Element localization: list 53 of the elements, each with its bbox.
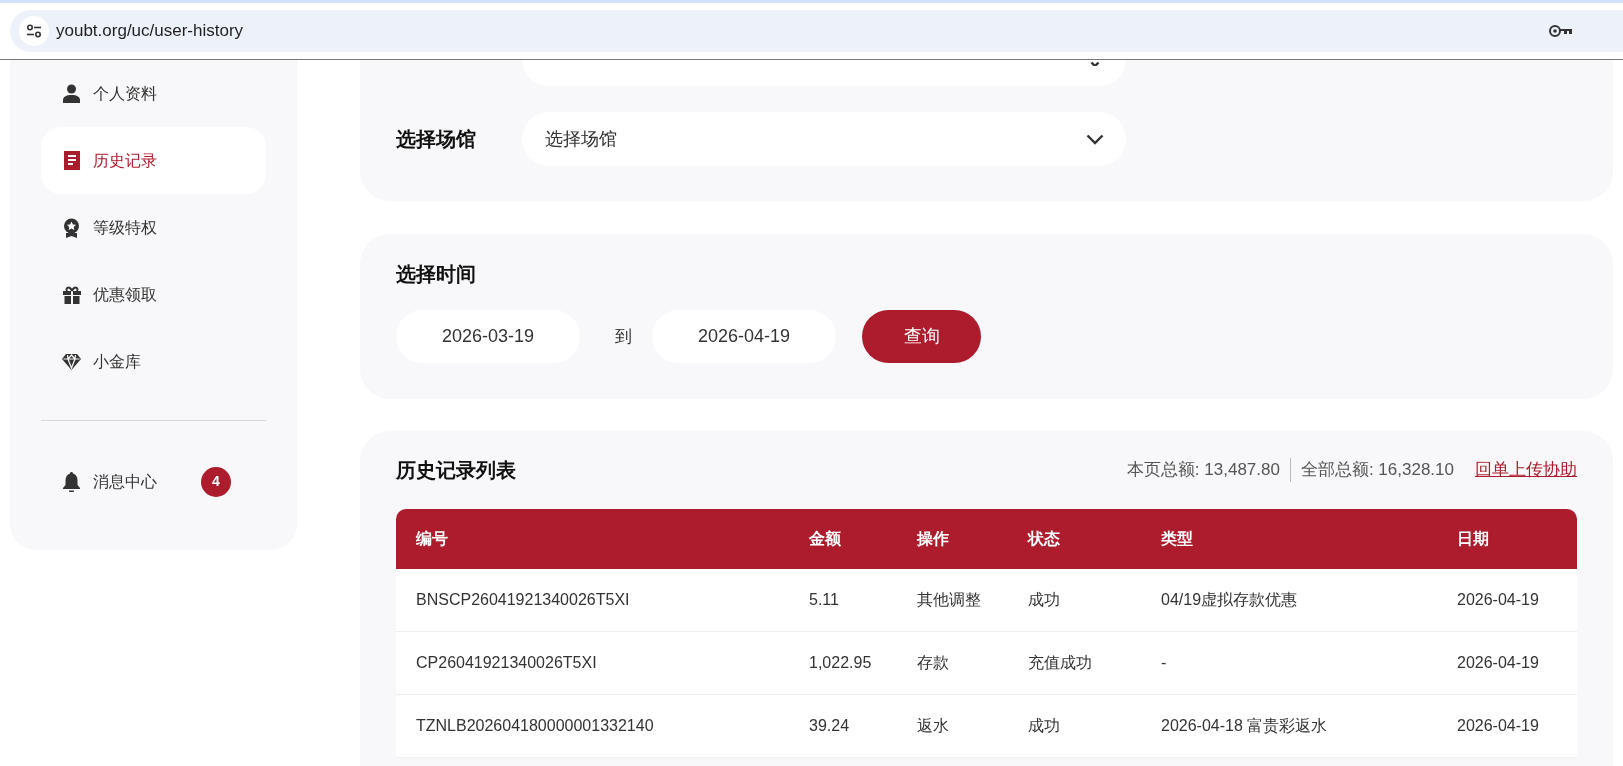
- site-settings-icon[interactable]: [19, 16, 49, 46]
- table-cell-text: 2026-04-19: [1457, 716, 1539, 736]
- field-label: 选择场馆: [396, 127, 477, 152]
- section-title: 选择时间: [396, 262, 477, 286]
- column-header: 操作: [917, 529, 949, 549]
- section-title: 历史记录列表: [396, 458, 516, 483]
- table-cell-text: 返水: [917, 716, 949, 736]
- table-cell-text: 39.24: [809, 716, 850, 736]
- table-cell-text: 5.11: [809, 590, 839, 610]
- column-header: 状态: [1028, 529, 1060, 549]
- start-date-field[interactable]: 2026-03-19: [396, 310, 580, 363]
- address-bar[interactable]: youbt.org/uc/user-history: [10, 10, 1623, 52]
- table-cell-text: 2026-04-19: [1457, 590, 1539, 610]
- url-text: youbt.org/uc/user-history: [56, 20, 244, 43]
- sidebar-item[interactable]: 优惠领取: [41, 261, 266, 328]
- sidebar-item[interactable]: 历史记录: [41, 127, 266, 194]
- table-cell-text: 2026-04-19: [1457, 653, 1539, 673]
- medal-icon: [63, 217, 80, 238]
- upload-help-link[interactable]: 回单上传协助: [1475, 457, 1577, 483]
- table-cell-text: 1,022.95: [809, 653, 872, 673]
- key-icon[interactable]: [1549, 24, 1573, 38]
- table-cell-text: 2026-04-18 富贵彩返水: [1161, 716, 1328, 736]
- table-cell-text: TZNLB202604180000001332140: [416, 716, 654, 736]
- table-cell-text: 其他调整: [917, 590, 981, 610]
- table-cell-text: 成功: [1028, 590, 1060, 610]
- chevron-down-icon: [1086, 133, 1104, 145]
- table-cell-text: BNSCP26041921340026T5XI: [416, 590, 630, 610]
- column-header: 日期: [1457, 529, 1489, 549]
- count-badge: 4: [201, 466, 231, 497]
- page-total-text: 本页总额: 13,487.80: [1126, 458, 1291, 482]
- select-dropdown[interactable]: 选择场馆: [522, 112, 1126, 166]
- sidebar-item[interactable]: 等级特权: [41, 194, 266, 261]
- person-icon: [63, 84, 80, 103]
- sidebar-item[interactable]: 个人资料: [41, 60, 266, 127]
- table-cell-text: CP26041921340026T5XI: [416, 653, 597, 673]
- bell-icon: [63, 471, 80, 492]
- sidebar-item[interactable]: 小金库: [41, 328, 266, 395]
- table-cell-text: -: [1161, 653, 1167, 673]
- table-cell-text: 04/19虚拟存款优惠: [1161, 590, 1298, 610]
- table-cell-text: 存款: [917, 653, 949, 673]
- diamond-icon: [62, 353, 81, 370]
- table-cell-text: 充值成功: [1028, 653, 1092, 673]
- column-header: 金额: [809, 529, 841, 549]
- query-button[interactable]: 查询: [862, 310, 981, 363]
- gift-icon: [62, 285, 81, 304]
- table-cell-text: 成功: [1028, 716, 1060, 736]
- column-header: 类型: [1161, 529, 1193, 549]
- sidebar-item[interactable]: 消息中心 4: [41, 448, 266, 515]
- document-icon: [63, 151, 80, 170]
- column-header: 编号: [416, 529, 448, 549]
- range-separator: 到: [615, 325, 632, 348]
- end-date-field[interactable]: 2026-04-19: [652, 310, 836, 363]
- all-total-text: 全部总额: 16,328.10: [1299, 459, 1454, 482]
